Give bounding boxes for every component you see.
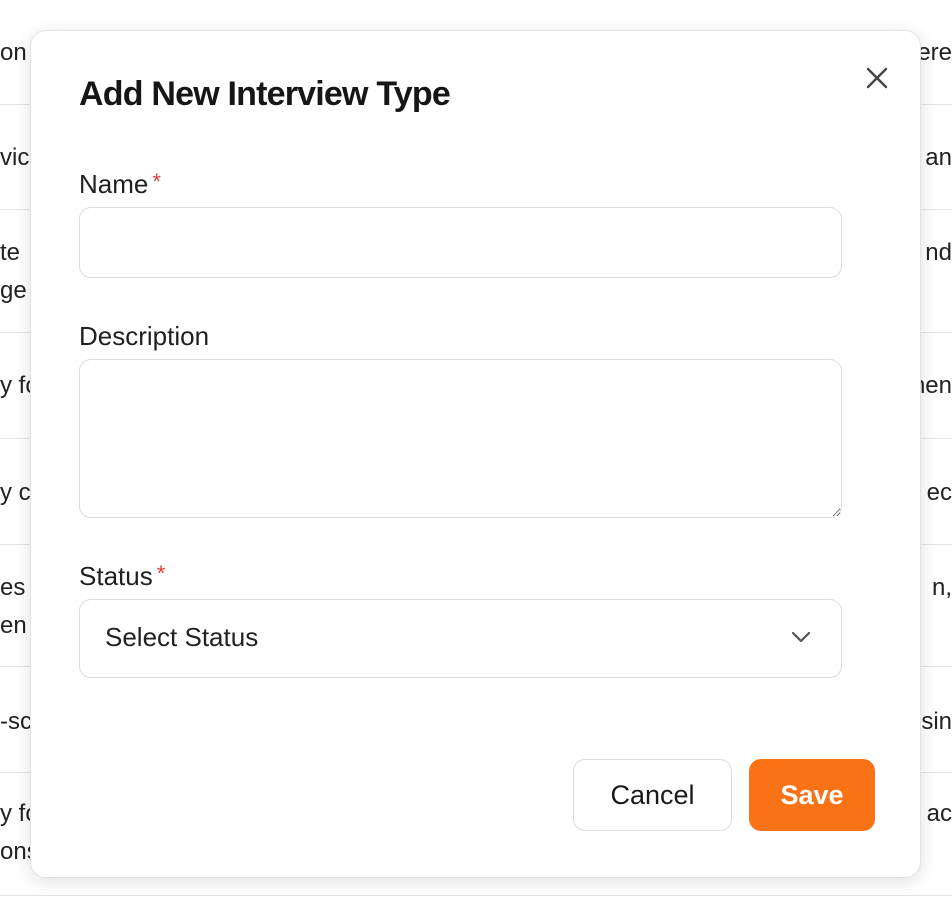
table-cell: te xyxy=(0,239,21,266)
required-asterisk: * xyxy=(156,561,166,586)
table-cell: ge xyxy=(0,277,27,304)
name-label-text: Name xyxy=(79,169,149,199)
table-cell: nd xyxy=(925,239,952,266)
table-cell: ere xyxy=(917,39,952,66)
name-input[interactable] xyxy=(79,207,842,278)
required-asterisk: * xyxy=(152,169,161,194)
status-label-text: Status xyxy=(79,561,153,591)
close-icon xyxy=(866,67,888,89)
table-cell: on xyxy=(0,39,27,66)
table-cell: y c xyxy=(0,479,31,506)
add-interview-type-modal: Add New Interview Type Name * Description… xyxy=(30,30,921,878)
close-button[interactable] xyxy=(864,65,890,91)
name-label: Name * xyxy=(79,169,161,200)
status-select[interactable]: Select Status xyxy=(79,599,842,678)
status-label: Status * xyxy=(79,561,165,592)
table-cell: ac xyxy=(926,800,952,827)
chevron-down-icon xyxy=(791,631,811,643)
status-select-value: Select Status xyxy=(105,622,259,652)
table-cell: vic xyxy=(0,144,30,171)
table-cell: es xyxy=(0,574,26,601)
table-cell: en xyxy=(0,612,27,639)
description-textarea[interactable] xyxy=(79,359,842,518)
table-cell: -sc xyxy=(0,708,32,735)
table-cell: ec xyxy=(926,479,952,506)
save-button[interactable]: Save xyxy=(749,759,875,831)
table-cell: n, xyxy=(931,574,952,601)
table-cell: an xyxy=(925,144,952,171)
cancel-button[interactable]: Cancel xyxy=(573,759,732,831)
table-cell: sin xyxy=(921,708,952,735)
modal-title: Add New Interview Type xyxy=(79,75,451,113)
description-label: Description xyxy=(79,321,210,351)
